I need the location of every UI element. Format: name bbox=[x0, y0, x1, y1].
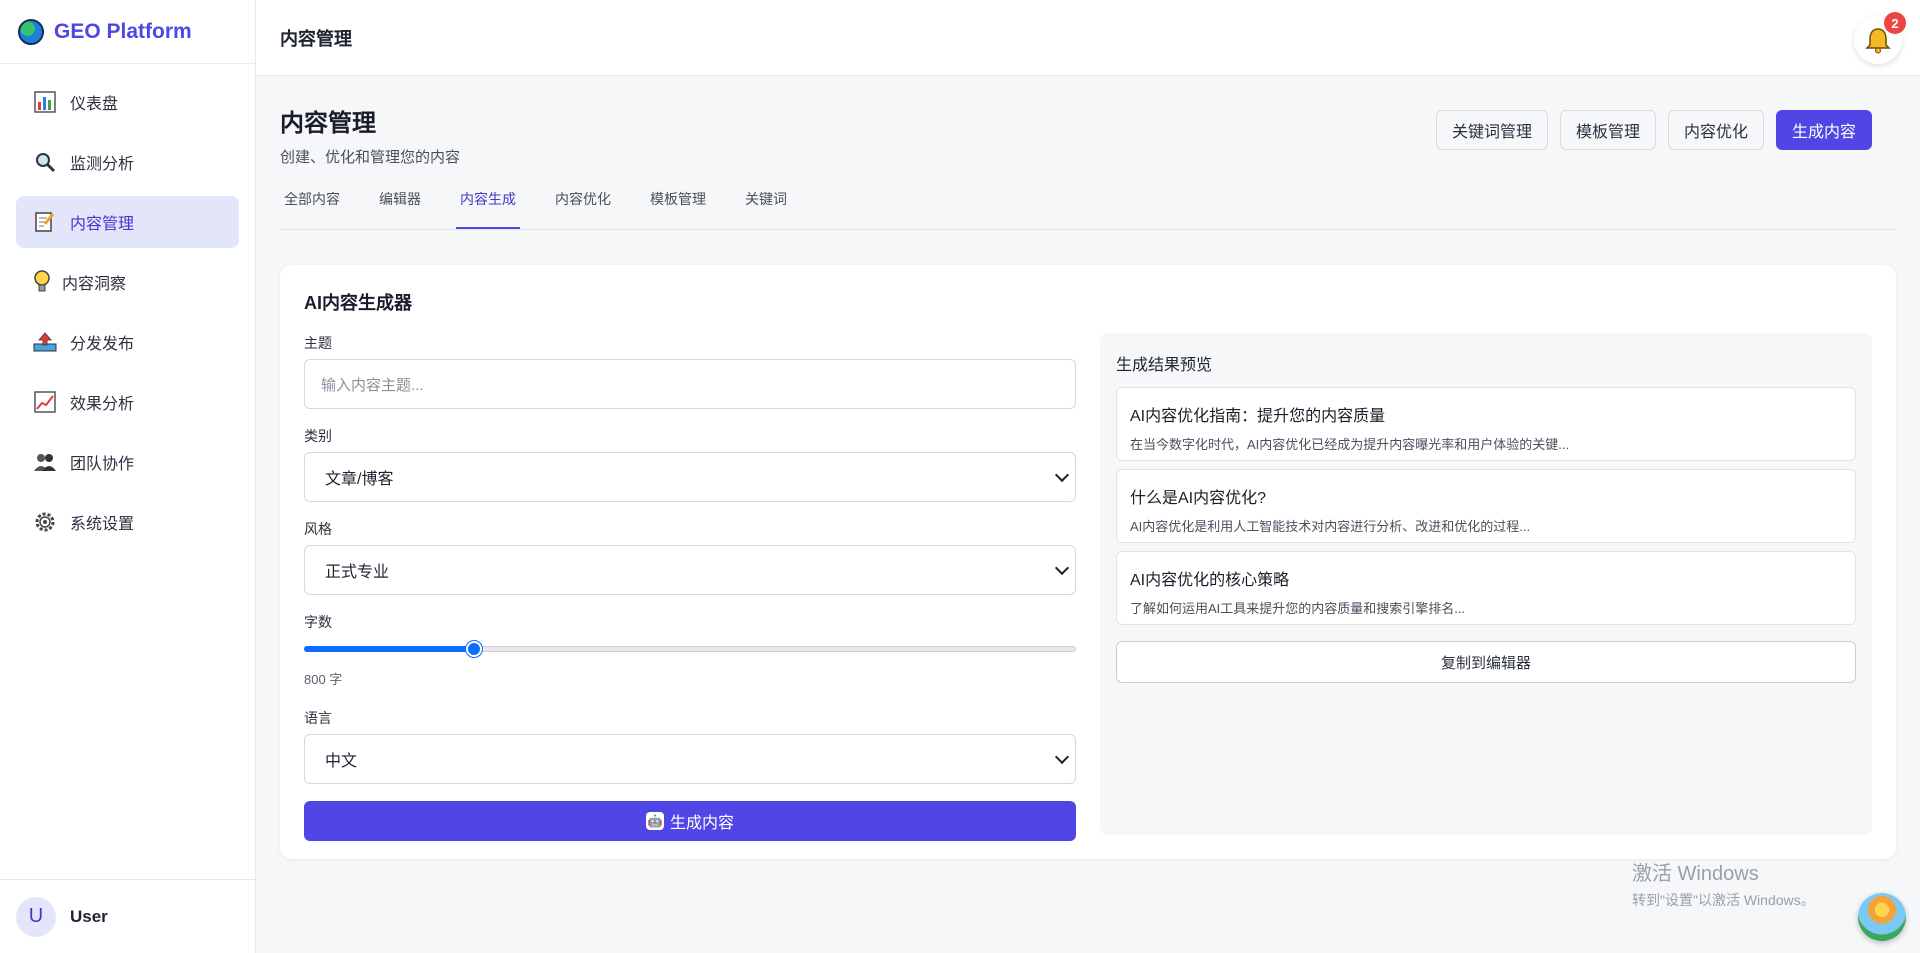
magnifier-icon bbox=[32, 149, 58, 175]
template-management-button[interactable]: 模板管理 bbox=[1559, 110, 1656, 150]
tab-editor[interactable]: 编辑器 bbox=[375, 189, 425, 229]
result-title: AI内容优化的核心策略 bbox=[1130, 572, 1290, 589]
generate-button-label: 生成内容 bbox=[669, 815, 734, 832]
sidebar-item-label: 内容洞察 bbox=[62, 276, 127, 293]
watermark-line1: 激活 Windows bbox=[1632, 863, 1759, 885]
bar-chart-icon bbox=[32, 89, 58, 115]
style-value: 正式专业 bbox=[325, 564, 390, 581]
user-profile[interactable]: U User bbox=[0, 879, 256, 953]
watermark-line2: 转到"设置"以激活 Windows。 bbox=[1632, 892, 1815, 908]
category-label: 类别 bbox=[304, 428, 332, 444]
robot-icon: 🤖 bbox=[645, 812, 664, 830]
header-actions: 关键词管理 模板管理 内容优化 生成内容 bbox=[1435, 110, 1872, 150]
result-preview: 生成结果预览 AI内容优化指南：提升您的内容质量 在当今数字化时代，AI内容优化… bbox=[1100, 333, 1872, 835]
generate-button[interactable]: 🤖 生成内容 bbox=[304, 801, 1076, 841]
sidebar-item-label: 系统设置 bbox=[70, 516, 135, 533]
sidebar-item-label: 仪表盘 bbox=[70, 96, 119, 113]
line-chart-icon bbox=[32, 389, 58, 415]
content-optimize-button[interactable]: 内容优化 bbox=[1667, 110, 1764, 150]
lightbulb-icon bbox=[32, 269, 52, 295]
sidebar-item-dashboard[interactable]: 仪表盘 bbox=[16, 76, 239, 128]
user-name: User bbox=[70, 906, 108, 926]
avatar: U bbox=[16, 896, 56, 937]
notification-button[interactable]: 2 bbox=[1854, 12, 1906, 64]
card-title: AI内容生成器 bbox=[304, 293, 412, 313]
word-count-label: 字数 bbox=[304, 614, 332, 630]
result-title: 什么是AI内容优化? bbox=[1130, 490, 1267, 507]
floating-assistant-icon[interactable] bbox=[1858, 893, 1906, 941]
result-desc: 在当今数字化时代，AI内容优化已经成为提升内容曝光率和用户体验的关键... bbox=[1130, 437, 1570, 452]
topbar: 内容管理 2 bbox=[256, 0, 1920, 76]
style-label: 风格 bbox=[304, 521, 332, 537]
tab-all-content[interactable]: 全部内容 bbox=[280, 189, 344, 229]
windows-activation-watermark: 激活 Windows 转到"设置"以激活 Windows。 bbox=[1632, 857, 1815, 910]
tab-keywords[interactable]: 关键词 bbox=[741, 189, 791, 229]
sidebar-item-label: 分发发布 bbox=[70, 336, 135, 353]
topic-placeholder: 输入内容主题... bbox=[321, 376, 424, 394]
sidebar-item-label: 内容管理 bbox=[70, 216, 135, 233]
tab-content-optimization[interactable]: 内容优化 bbox=[551, 189, 615, 229]
sidebar-nav: 仪表盘 监测分析 内容管理 内容洞察 分发发布 效果分析 团队协作 系统设置 bbox=[0, 64, 255, 548]
sidebar-item-team[interactable]: 团队协作 bbox=[16, 436, 239, 488]
chevron-down-icon bbox=[1054, 560, 1070, 576]
slider-fill bbox=[304, 646, 474, 652]
topic-label: 主题 bbox=[304, 335, 332, 351]
result-item[interactable]: 什么是AI内容优化? AI内容优化是利用人工智能技术对内容进行分析、改进和优化的… bbox=[1116, 469, 1856, 543]
copy-to-editor-button[interactable]: 复制到编辑器 bbox=[1116, 641, 1856, 683]
sidebar-item-performance[interactable]: 效果分析 bbox=[16, 376, 239, 428]
generator-form: 主题 输入内容主题... 类别 文章/博客 风格 正式专业 字数 800 字 语… bbox=[304, 333, 1076, 841]
sidebar: GEO Platform 仪表盘 监测分析 内容管理 内容洞察 分发发布 效果分… bbox=[0, 0, 256, 953]
chevron-down-icon bbox=[1054, 749, 1070, 765]
brand[interactable]: GEO Platform bbox=[0, 0, 255, 64]
language-select[interactable]: 中文 bbox=[304, 734, 1076, 784]
sidebar-item-distribution[interactable]: 分发发布 bbox=[16, 316, 239, 368]
tab-content-generation[interactable]: 内容生成 bbox=[456, 189, 520, 229]
result-item[interactable]: AI内容优化指南：提升您的内容质量 在当今数字化时代，AI内容优化已经成为提升内… bbox=[1116, 387, 1856, 461]
sidebar-item-label: 监测分析 bbox=[70, 156, 135, 173]
memo-icon bbox=[32, 209, 58, 235]
topic-input[interactable]: 输入内容主题... bbox=[304, 359, 1076, 409]
category-select[interactable]: 文章/博客 bbox=[304, 452, 1076, 502]
upload-tray-icon bbox=[32, 329, 58, 355]
keyword-management-button[interactable]: 关键词管理 bbox=[1435, 110, 1548, 150]
globe-logo-icon bbox=[18, 18, 44, 45]
sidebar-item-label: 团队协作 bbox=[70, 456, 135, 473]
topbar-title: 内容管理 bbox=[280, 28, 352, 49]
brand-name: GEO Platform bbox=[54, 19, 192, 43]
result-title: AI内容优化指南：提升您的内容质量 bbox=[1130, 408, 1386, 425]
language-label: 语言 bbox=[304, 710, 332, 726]
chevron-down-icon bbox=[1054, 467, 1070, 483]
style-select[interactable]: 正式专业 bbox=[304, 545, 1076, 595]
result-desc: 了解如何运用AI工具来提升您的内容质量和搜索引擎排名... bbox=[1130, 601, 1466, 616]
category-value: 文章/博客 bbox=[325, 471, 394, 488]
slider-thumb[interactable] bbox=[465, 641, 482, 657]
sidebar-item-insights[interactable]: 内容洞察 bbox=[16, 256, 239, 308]
content-tabs: 全部内容 编辑器 内容生成 内容优化 模板管理 关键词 bbox=[280, 167, 1896, 230]
ai-generator-card: AI内容生成器 主题 输入内容主题... 类别 文章/博客 风格 正式专业 字数 bbox=[280, 265, 1896, 859]
generate-content-button[interactable]: 生成内容 bbox=[1775, 110, 1872, 150]
result-item[interactable]: AI内容优化的核心策略 了解如何运用AI工具来提升您的内容质量和搜索引擎排名..… bbox=[1116, 551, 1856, 625]
notification-badge: 2 bbox=[1884, 12, 1906, 34]
word-count-slider[interactable] bbox=[304, 638, 1076, 660]
sidebar-item-settings[interactable]: 系统设置 bbox=[16, 496, 239, 548]
sidebar-item-label: 效果分析 bbox=[70, 396, 135, 413]
word-count-value: 800 字 bbox=[304, 672, 343, 687]
main-content: 内容管理 创建、优化和管理您的内容 关键词管理 模板管理 内容优化 生成内容 全… bbox=[256, 77, 1920, 953]
result-desc: AI内容优化是利用人工智能技术对内容进行分析、改进和优化的过程... bbox=[1130, 519, 1531, 534]
tab-template-management[interactable]: 模板管理 bbox=[646, 189, 710, 229]
sidebar-item-content[interactable]: 内容管理 bbox=[16, 196, 239, 248]
people-icon bbox=[32, 449, 58, 475]
gear-icon bbox=[32, 509, 58, 535]
page-header: 内容管理 创建、优化和管理您的内容 关键词管理 模板管理 内容优化 生成内容 bbox=[280, 77, 1896, 167]
language-value: 中文 bbox=[325, 753, 358, 770]
sidebar-item-monitoring[interactable]: 监测分析 bbox=[16, 136, 239, 188]
preview-title: 生成结果预览 bbox=[1116, 357, 1213, 374]
